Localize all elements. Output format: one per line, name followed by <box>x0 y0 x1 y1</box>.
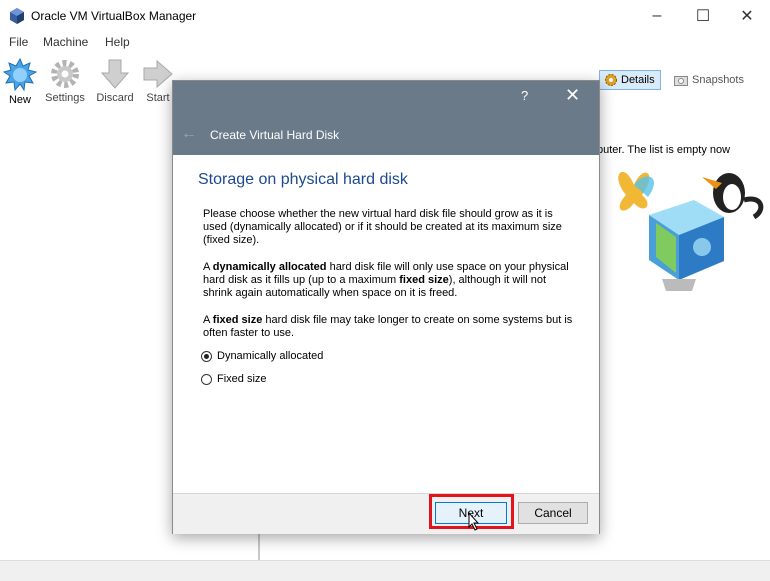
menu-file[interactable]: File <box>9 35 28 49</box>
new-label: New <box>8 94 31 106</box>
cancel-button[interactable]: Cancel <box>518 502 588 524</box>
menu-machine[interactable]: Machine <box>43 35 88 49</box>
minimize-button[interactable]: – <box>634 0 680 32</box>
details-label: Details <box>621 74 655 86</box>
radio-checked-icon[interactable] <box>201 350 212 362</box>
settings-label: Settings <box>45 92 85 104</box>
new-starburst-icon <box>3 58 37 92</box>
discard-arrow-down-icon <box>100 59 130 89</box>
bold-term-fixed: fixed size <box>212 314 263 326</box>
menubar: File Machine Help <box>0 32 770 52</box>
gear-icon <box>51 60 79 88</box>
camera-icon <box>674 76 688 86</box>
wizard-header: ← Create Virtual Hard Disk <box>173 113 599 155</box>
discard-label: Discard <box>96 92 134 104</box>
dialog-close-button[interactable]: ✕ <box>565 85 580 106</box>
text-run: A <box>203 261 213 273</box>
radio-unchecked-icon[interactable] <box>201 373 212 385</box>
settings-button: Settings <box>41 58 89 104</box>
option-fixed-size[interactable]: Fixed size <box>201 373 267 385</box>
discard-button: Discard <box>91 58 139 104</box>
maximize-button[interactable]: ☐ <box>680 0 726 32</box>
menu-help[interactable]: Help <box>105 35 130 49</box>
dialog-titlebar: ? ✕ <box>173 81 599 113</box>
help-button[interactable]: ? <box>521 88 528 103</box>
option-dynamically-allocated[interactable]: Dynamically allocated <box>201 350 323 362</box>
virtualbox-welcome-illustration <box>618 171 764 291</box>
create-virtual-hard-disk-dialog: ? ✕ ← Create Virtual Hard Disk Storage o… <box>172 80 600 534</box>
details-gear-icon <box>605 74 617 86</box>
dialog-title: Create Virtual Hard Disk <box>210 128 340 142</box>
details-tool-button[interactable]: Details <box>599 70 661 90</box>
close-window-button[interactable]: ✕ <box>724 0 770 32</box>
option-label: Dynamically allocated <box>217 350 324 362</box>
start-arrow-right-icon <box>143 59 173 89</box>
dialog-footer: Next Cancel <box>173 493 599 534</box>
back-arrow-icon[interactable]: ← <box>181 125 197 143</box>
mouse-pointer-icon <box>468 512 480 531</box>
wizard-content: Storage on physical hard disk Please cho… <box>173 155 599 493</box>
status-bar <box>0 560 770 581</box>
option-label: Fixed size <box>217 373 267 385</box>
bold-term-dynamic: dynamically allocated <box>212 261 327 273</box>
page-heading: Storage on physical hard disk <box>198 171 408 188</box>
window-title: Oracle VM VirtualBox Manager <box>31 9 197 23</box>
snapshots-tool-button[interactable]: Snapshots <box>674 70 744 90</box>
fixed-description: A fixed size hard disk file may take lon… <box>203 314 573 340</box>
dynamic-description: A dynamically allocated hard disk file w… <box>203 261 573 300</box>
text-run: A <box>203 314 213 326</box>
bold-term-fixed: fixed size <box>399 274 449 286</box>
virtualbox-app-icon <box>10 8 24 24</box>
snapshots-label: Snapshots <box>692 74 744 86</box>
new-button[interactable]: New <box>0 58 44 106</box>
intro-paragraph: Please choose whether the new virtual ha… <box>203 208 562 246</box>
window-titlebar: Oracle VM VirtualBox Manager – ☐ ✕ <box>0 0 770 32</box>
